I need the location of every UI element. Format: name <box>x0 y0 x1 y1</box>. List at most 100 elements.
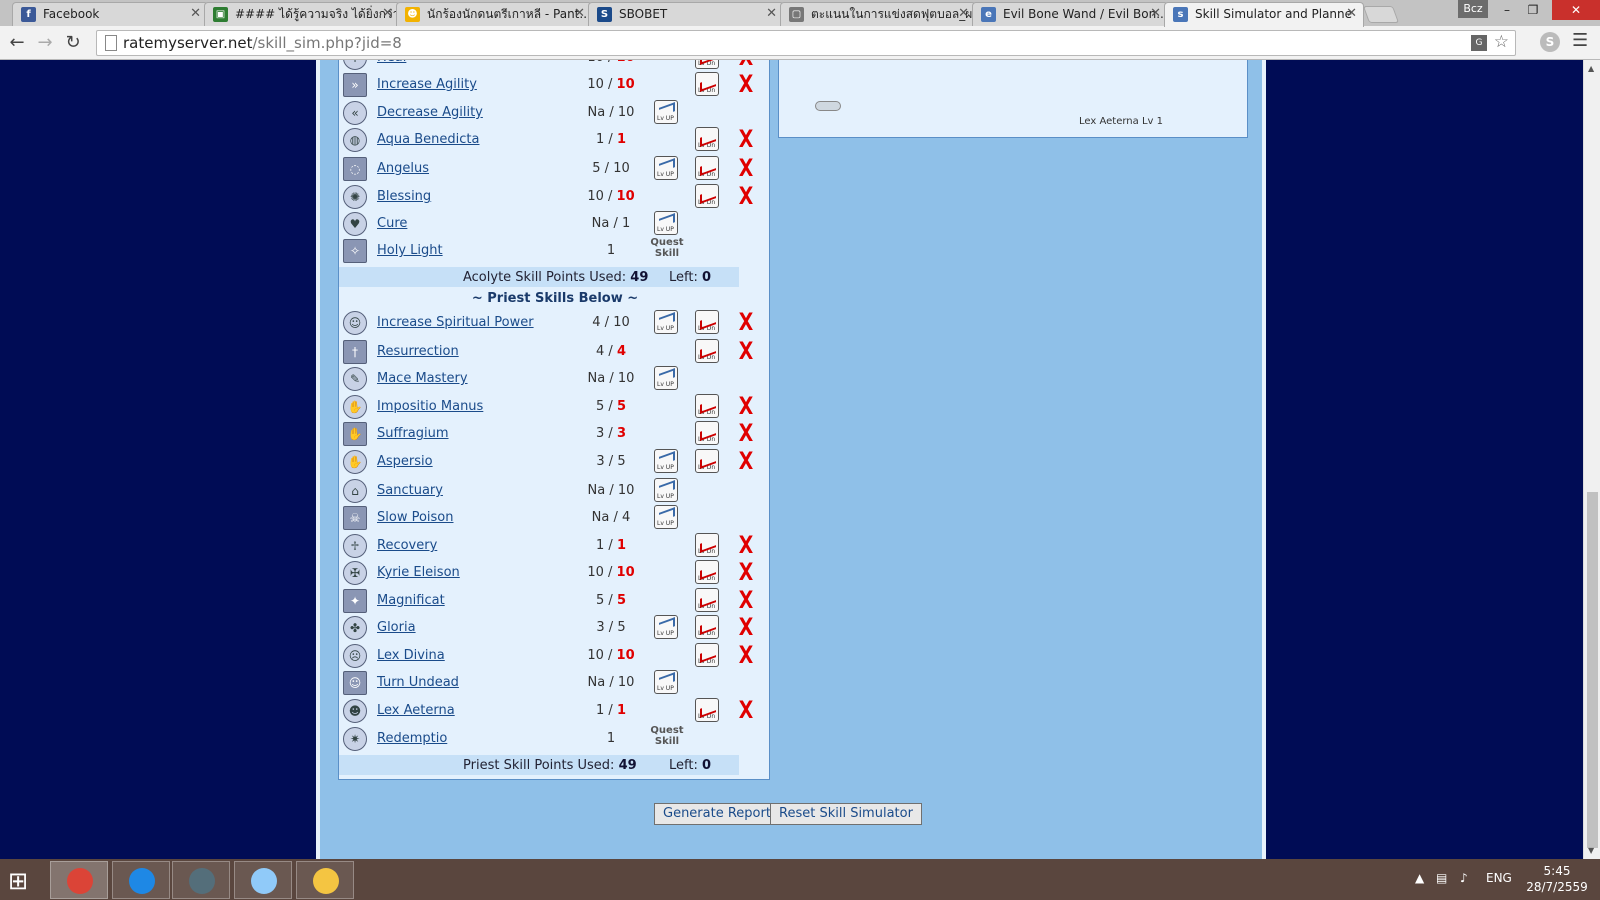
tab-close-icon[interactable]: ✕ <box>766 3 777 25</box>
browser-tab[interactable]: S SBOBET ✕ <box>588 2 784 26</box>
skill-name-link[interactable]: Impositio Manus <box>377 399 483 414</box>
skill-name-link[interactable]: Kyrie Eleison <box>377 565 460 580</box>
scroll-thumb[interactable] <box>1587 492 1598 848</box>
level-down-button[interactable]: Lv Dn <box>695 560 719 584</box>
level-down-button[interactable]: Lv Dn <box>695 615 719 639</box>
level-down-button[interactable]: Lv Dn <box>695 184 719 208</box>
menu-icon[interactable]: ☰ <box>1572 30 1588 51</box>
level-up-button[interactable]: Lv UP <box>654 449 678 473</box>
level-up-button[interactable]: Lv UP <box>654 670 678 694</box>
reset-skill-button[interactable]: X <box>734 339 758 363</box>
level-up-button[interactable]: Lv UP <box>654 211 678 235</box>
scroll-up-icon[interactable]: ▲ <box>1588 64 1594 73</box>
reset-skill-button[interactable]: X <box>734 698 758 722</box>
level-down-button[interactable]: Lv Dn <box>695 339 719 363</box>
reset-skill-button[interactable]: X <box>734 533 758 557</box>
taskbar-app-chrome[interactable] <box>50 861 108 899</box>
bookmark-star-icon[interactable]: ☆ <box>1494 32 1509 52</box>
skill-name-link[interactable]: Lex Divina <box>377 648 445 663</box>
level-down-button[interactable]: Lv Dn <box>695 698 719 722</box>
maximize-icon[interactable]: ❐ <box>1520 0 1546 20</box>
url-text[interactable]: ratemyserver.net/skill_sim.php?jid=8 <box>123 34 402 52</box>
skill-name-link[interactable]: Angelus <box>377 161 429 176</box>
scroll-down-icon[interactable]: ▼ <box>1588 846 1594 855</box>
reset-skill-button[interactable]: X <box>734 394 758 418</box>
taskbar-app-file-explorer[interactable] <box>296 861 354 899</box>
reset-skill-button[interactable]: X <box>734 643 758 667</box>
tab-close-icon[interactable]: ✕ <box>574 3 585 25</box>
reset-skill-button[interactable]: X <box>734 156 758 180</box>
reset-skill-button[interactable]: X <box>734 127 758 151</box>
level-down-button[interactable]: Lv Dn <box>695 127 719 151</box>
clock[interactable]: 5:45 28/7/2559 <box>1522 863 1592 895</box>
browser-tab[interactable]: f Facebook ✕ <box>12 2 208 26</box>
skill-name-link[interactable]: Increase Spiritual Power <box>377 315 534 330</box>
profile-button[interactable]: Bcz <box>1458 0 1488 18</box>
skill-name-link[interactable]: Decrease Agility <box>377 105 483 120</box>
level-down-button[interactable]: Lv Dn <box>695 533 719 557</box>
taskbar-app-internet-explorer[interactable] <box>112 861 170 899</box>
new-tab-button[interactable] <box>1362 6 1400 23</box>
level-down-button[interactable]: Lv Dn <box>695 421 719 445</box>
skill-name-link[interactable]: Blessing <box>377 189 431 204</box>
skill-name-link[interactable]: Mace Mastery <box>377 371 468 386</box>
browser-tab[interactable]: ▢ ตะแนนในการแข่งสดฟุตบอล_ผ... ✕ <box>780 2 976 26</box>
skill-name-link[interactable]: Slow Poison <box>377 510 454 525</box>
level-up-button[interactable]: Lv UP <box>654 100 678 124</box>
reset-skill-button[interactable]: X <box>734 615 758 639</box>
skill-name-link[interactable]: Holy Light <box>377 243 443 258</box>
close-window-icon[interactable]: ✕ <box>1552 0 1600 20</box>
level-up-button[interactable]: Lv UP <box>654 366 678 390</box>
taskbar-app-notes[interactable] <box>234 861 292 899</box>
reset-skill-button[interactable]: X <box>734 310 758 334</box>
skill-name-link[interactable]: Cure <box>377 216 407 231</box>
tab-close-icon[interactable]: ✕ <box>190 3 201 25</box>
skill-name-link[interactable]: Heal <box>377 60 406 65</box>
tab-close-icon[interactable]: ✕ <box>382 3 393 25</box>
generate-report-button[interactable]: Generate Report <box>654 803 780 825</box>
skill-name-link[interactable]: Sanctuary <box>377 483 443 498</box>
reset-skill-button[interactable]: X <box>734 421 758 445</box>
skill-name-link[interactable]: Lex Aeterna <box>377 703 455 718</box>
taskbar-app-game-client[interactable] <box>172 861 230 899</box>
level-down-button[interactable]: Lv Dn <box>695 588 719 612</box>
tray-expand-icon[interactable]: ▲ <box>1415 871 1424 885</box>
minimize-icon[interactable]: – <box>1494 0 1520 20</box>
browser-tab[interactable]: ☻ นักร้องนักดนตรีเกาหลี - Pant... ✕ <box>396 2 592 26</box>
translate-icon[interactable]: G <box>1471 35 1487 51</box>
skill-name-link[interactable]: Turn Undead <box>377 675 459 690</box>
tab-close-icon[interactable]: ✕ <box>958 3 969 25</box>
level-up-button[interactable]: Lv UP <box>654 156 678 180</box>
level-up-button[interactable]: Lv UP <box>654 615 678 639</box>
reset-skill-button[interactable]: X <box>734 560 758 584</box>
language-indicator[interactable]: ENG <box>1486 871 1512 885</box>
level-up-button[interactable]: Lv UP <box>654 505 678 529</box>
windows-start-icon[interactable]: ⊞ <box>8 867 28 895</box>
skill-name-link[interactable]: Redemptio <box>377 731 447 746</box>
skill-name-link[interactable]: Aspersio <box>377 454 433 469</box>
reset-skill-button[interactable]: X <box>734 60 758 69</box>
browser-tab[interactable]: s Skill Simulator and Planne ✕ <box>1164 2 1364 27</box>
skill-name-link[interactable]: Gloria <box>377 620 416 635</box>
level-down-button[interactable]: Lv Dn <box>695 449 719 473</box>
reset-skill-button[interactable]: X <box>734 588 758 612</box>
forward-icon[interactable]: → <box>34 32 56 54</box>
reload-icon[interactable]: ↻ <box>62 32 84 54</box>
level-down-button[interactable]: Lv Dn <box>695 643 719 667</box>
browser-tab[interactable]: e Evil Bone Wand / Evil Bon... ✕ <box>972 2 1168 26</box>
skill-name-link[interactable]: Increase Agility <box>377 77 477 92</box>
level-down-button[interactable]: Lv Dn <box>695 72 719 96</box>
reset-skill-button[interactable]: X <box>734 72 758 96</box>
level-up-button[interactable]: Lv UP <box>654 478 678 502</box>
skype-extension-icon[interactable]: S <box>1540 32 1560 52</box>
reset-skill-button[interactable]: X <box>734 184 758 208</box>
address-bar[interactable]: ratemyserver.net/skill_sim.php?jid=8 G ☆ <box>96 30 1516 56</box>
level-down-button[interactable]: Lv Dn <box>695 60 719 69</box>
skill-name-link[interactable]: Suffragium <box>377 426 449 441</box>
skill-name-link[interactable]: Resurrection <box>377 344 459 359</box>
level-down-button[interactable]: Lv Dn <box>695 394 719 418</box>
skill-name-link[interactable]: Recovery <box>377 538 437 553</box>
volume-icon[interactable]: ♪ <box>1460 871 1468 885</box>
skill-name-link[interactable]: Aqua Benedicta <box>377 132 479 147</box>
page-scrollbar[interactable]: ▲ ▼ <box>1583 60 1600 859</box>
